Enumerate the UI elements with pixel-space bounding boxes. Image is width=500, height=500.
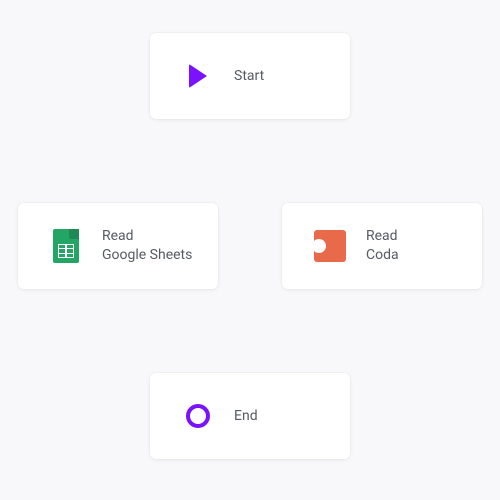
coda-icon xyxy=(312,230,348,262)
workflow-node-google-sheets[interactable]: Read Google Sheets xyxy=(18,203,218,289)
workflow-node-start[interactable]: Start xyxy=(150,33,350,119)
workflow-node-coda[interactable]: Read Coda xyxy=(282,203,482,289)
play-icon xyxy=(180,64,216,88)
node-label: Start xyxy=(234,67,264,86)
node-label: Read Google Sheets xyxy=(102,227,192,265)
google-sheets-icon xyxy=(48,229,84,263)
node-label: Read Coda xyxy=(366,227,399,265)
workflow-node-end[interactable]: End xyxy=(150,373,350,459)
node-label: End xyxy=(234,407,258,426)
ring-icon xyxy=(180,404,216,428)
